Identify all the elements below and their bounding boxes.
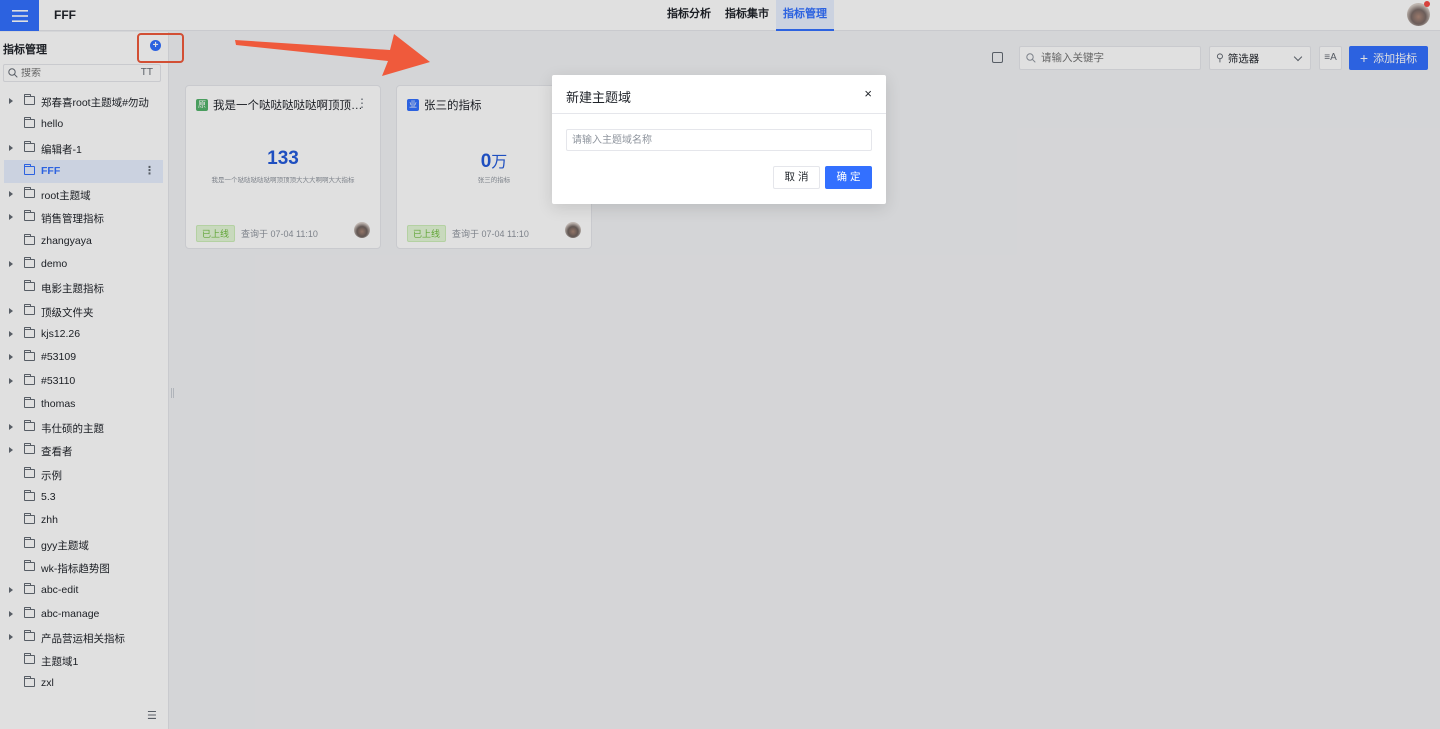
dialog-title: 新建主题域 <box>566 90 632 105</box>
annotation-arrow <box>235 34 430 76</box>
close-icon[interactable]: × <box>864 87 872 100</box>
cancel-button[interactable]: 取 消 <box>773 166 820 189</box>
new-domain-dialog: 新建主题域 × 取 消 确 定 <box>552 75 886 204</box>
confirm-button[interactable]: 确 定 <box>825 166 872 189</box>
domain-name-input[interactable] <box>566 129 872 151</box>
